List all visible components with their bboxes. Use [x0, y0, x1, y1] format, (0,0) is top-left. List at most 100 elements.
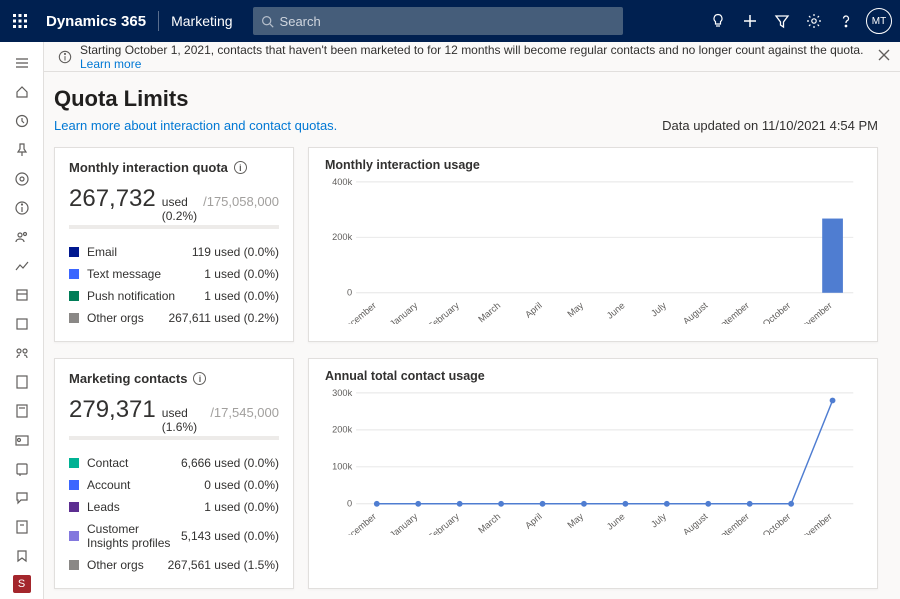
page-title: Quota Limits — [54, 86, 878, 112]
info-nav-icon[interactable] — [6, 193, 38, 222]
notification-banner: Starting October 1, 2021, contacts that … — [44, 42, 900, 72]
svg-text:September: September — [710, 300, 751, 324]
svg-text:January: January — [388, 300, 420, 324]
row-label: Other orgs — [87, 311, 168, 325]
plus-icon[interactable] — [734, 0, 766, 42]
interaction-used-label: used (0.2%) — [162, 195, 197, 223]
svg-text:April: April — [523, 511, 544, 531]
top-nav: Dynamics 365 Marketing Search MT — [0, 0, 900, 42]
info-icon[interactable]: i — [234, 161, 247, 174]
nav-item-e-icon[interactable] — [6, 396, 38, 425]
svg-text:May: May — [565, 511, 585, 530]
color-swatch — [69, 480, 79, 490]
search-placeholder: Search — [280, 14, 321, 29]
color-swatch — [69, 560, 79, 570]
recent-icon[interactable] — [6, 106, 38, 135]
interaction-value: 267,732 — [69, 185, 156, 213]
svg-text:June: June — [605, 300, 627, 321]
svg-text:June: June — [605, 511, 627, 532]
search-box[interactable]: Search — [253, 7, 623, 35]
svg-text:April: April — [523, 300, 544, 320]
interaction-progress-bar — [69, 225, 279, 229]
svg-text:October: October — [761, 511, 793, 535]
menu-icon[interactable] — [6, 48, 38, 77]
contacts-card: Marketing contacts i 279,371 used (1.6%)… — [54, 358, 294, 589]
svg-text:400k: 400k — [332, 177, 352, 187]
svg-text:January: January — [388, 511, 420, 535]
left-rail: S — [0, 42, 44, 599]
area-label[interactable]: Marketing — [171, 13, 232, 29]
svg-text:October: October — [761, 300, 793, 324]
area-badge: S — [13, 575, 31, 593]
svg-text:September: September — [710, 511, 751, 535]
svg-text:300k: 300k — [332, 388, 352, 398]
people-nav-icon[interactable] — [6, 222, 38, 251]
interaction-rows: Email119 used (0.0%)Text message1 used (… — [69, 241, 279, 329]
nav-item-j-icon[interactable] — [6, 541, 38, 570]
chart-title: Annual total contact usage — [325, 369, 863, 383]
interaction-usage-chart: 0200k400kDecemberJanuaryFebruaryMarchApr… — [323, 174, 863, 324]
contact-usage-chart-card: Annual total contact usage 0100k200k300k… — [308, 358, 878, 589]
app-launcher-icon[interactable] — [8, 9, 32, 33]
color-swatch — [69, 313, 79, 323]
contacts-total: /17,545,000 — [210, 405, 279, 420]
nav-item-i-icon[interactable] — [6, 512, 38, 541]
nav-item-c-icon[interactable] — [6, 338, 38, 367]
filter-icon[interactable] — [766, 0, 798, 42]
nav-item-d-icon[interactable] — [6, 367, 38, 396]
brand-label[interactable]: Dynamics 365 — [46, 13, 146, 30]
interaction-quota-card: Monthly interaction quota i 267,732 used… — [54, 147, 294, 342]
row-value: 1 used (0.0%) — [204, 500, 279, 514]
nav-item-h-icon[interactable] — [6, 483, 38, 512]
svg-text:July: July — [649, 300, 668, 318]
gear-icon[interactable] — [798, 0, 830, 42]
row-label: Email — [87, 245, 192, 259]
nav-item-b-icon[interactable] — [6, 309, 38, 338]
row-value: 5,143 used (0.0%) — [181, 529, 279, 543]
help-icon[interactable] — [830, 0, 862, 42]
contacts-progress-bar — [69, 436, 279, 440]
row-label: Other orgs — [87, 558, 168, 572]
interaction-total: /175,058,000 — [203, 194, 279, 209]
row-label: Customer Insights profiles — [87, 522, 181, 550]
settings-nav-icon[interactable] — [6, 164, 38, 193]
main-content: Starting October 1, 2021, contacts that … — [44, 42, 900, 599]
nav-item-g-icon[interactable] — [6, 454, 38, 483]
row-value: 0 used (0.0%) — [204, 478, 279, 492]
row-value: 1 used (0.0%) — [204, 289, 279, 303]
color-swatch — [69, 247, 79, 257]
color-swatch — [69, 269, 79, 279]
legend-row: Push notification1 used (0.0%) — [69, 285, 279, 307]
banner-close-icon[interactable] — [878, 49, 890, 64]
svg-text:November: November — [795, 300, 834, 324]
row-value: 267,561 used (1.5%) — [168, 558, 279, 572]
row-label: Account — [87, 478, 204, 492]
svg-text:0: 0 — [347, 288, 352, 298]
contacts-value: 279,371 — [69, 396, 156, 424]
banner-learn-more-link[interactable]: Learn more — [80, 57, 141, 71]
row-value: 1 used (0.0%) — [204, 267, 279, 281]
svg-text:200k: 200k — [332, 425, 352, 435]
area-switcher[interactable]: S — [6, 570, 38, 599]
svg-text:May: May — [565, 300, 585, 319]
user-avatar[interactable]: MT — [866, 8, 892, 34]
info-icon[interactable]: i — [193, 372, 206, 385]
svg-text:December: December — [339, 300, 378, 324]
analytics-nav-icon[interactable] — [6, 251, 38, 280]
contacts-card-title: Marketing contacts — [69, 371, 187, 386]
color-swatch — [69, 531, 79, 541]
legend-row: Other orgs267,561 used (1.5%) — [69, 554, 279, 576]
svg-text:February: February — [426, 300, 461, 324]
quota-learn-more-link[interactable]: Learn more about interaction and contact… — [54, 118, 337, 133]
legend-row: Text message1 used (0.0%) — [69, 263, 279, 285]
svg-text:December: December — [339, 511, 378, 535]
nav-item-f-icon[interactable] — [6, 425, 38, 454]
svg-text:March: March — [476, 511, 502, 535]
nav-item-a-icon[interactable] — [6, 280, 38, 309]
row-label: Contact — [87, 456, 181, 470]
lightbulb-icon[interactable] — [702, 0, 734, 42]
row-label: Leads — [87, 500, 204, 514]
pinned-icon[interactable] — [6, 135, 38, 164]
home-icon[interactable] — [6, 77, 38, 106]
legend-row: Customer Insights profiles5,143 used (0.… — [69, 518, 279, 554]
